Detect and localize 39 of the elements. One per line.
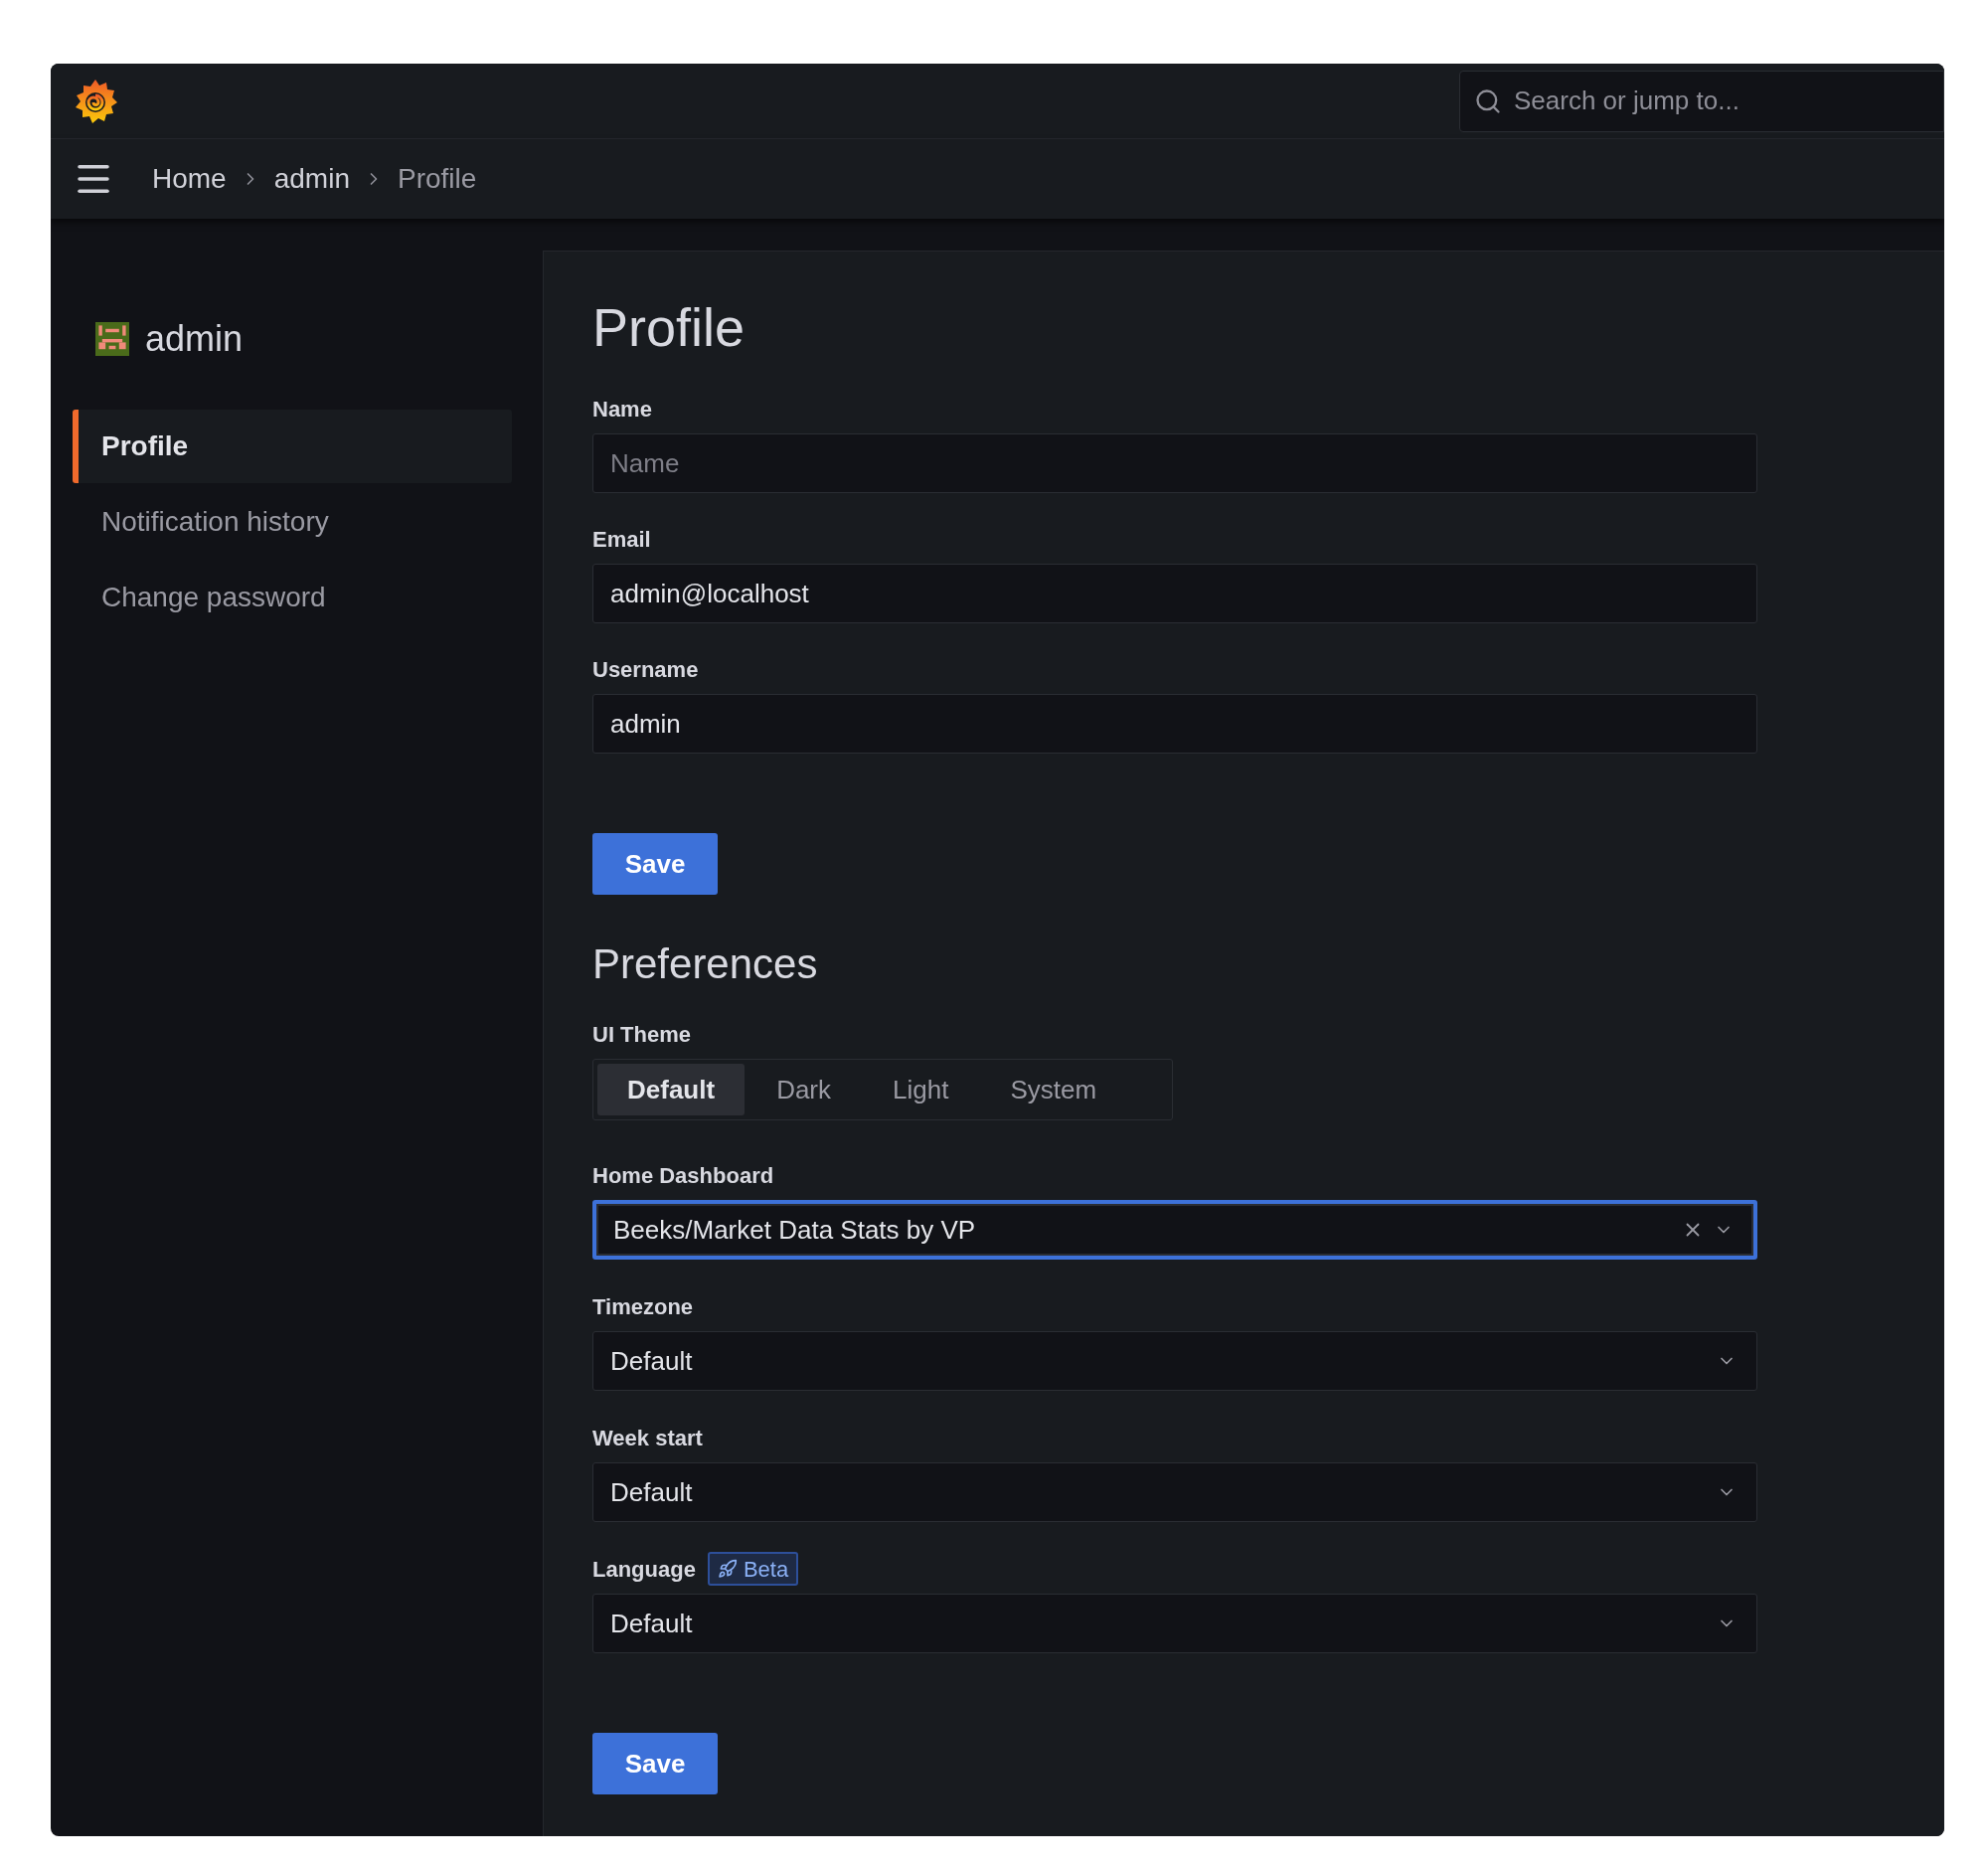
- select-field[interactable]: Default: [592, 1594, 1757, 1653]
- select-field[interactable]: Default: [592, 1462, 1757, 1522]
- theme-option[interactable]: Light: [863, 1064, 979, 1115]
- breadcrumb-link[interactable]: admin: [273, 158, 350, 200]
- sidebar-item[interactable]: Change password: [73, 561, 512, 634]
- field-label: Week start: [592, 1424, 703, 1452]
- avatar-icon: [95, 322, 129, 356]
- text-field[interactable]: admin@localhost: [592, 564, 1757, 623]
- field-label: Home Dashboard: [592, 1161, 774, 1190]
- theme-option[interactable]: Default: [597, 1064, 746, 1115]
- sidebar-item[interactable]: Profile: [73, 410, 512, 483]
- search-field[interactable]: Search or jump to...: [1459, 70, 1944, 132]
- badge-text: Beta: [743, 1555, 789, 1584]
- search-icon: [1474, 86, 1502, 115]
- select-value: Default: [610, 1344, 694, 1378]
- field-label: UI Theme: [592, 1021, 693, 1049]
- field-label: Username: [592, 656, 700, 684]
- field-label: Email: [592, 526, 652, 554]
- user-name: admin: [145, 317, 244, 361]
- select-field[interactable]: Default: [592, 1331, 1757, 1391]
- theme-option[interactable]: Dark: [746, 1064, 862, 1115]
- field-label: Name: [592, 396, 653, 424]
- select-value: Default: [610, 1607, 694, 1640]
- page-title: Profile: [592, 296, 746, 359]
- save-button[interactable]: Save: [592, 1733, 718, 1794]
- field-label: Language: [592, 1555, 696, 1584]
- sidebar-item[interactable]: Notification history: [73, 485, 512, 559]
- select-field[interactable]: Beeks/Market Data Stats by VP: [592, 1200, 1757, 1260]
- section-title: Preferences: [592, 939, 819, 989]
- text-field[interactable]: Name: [592, 433, 1757, 493]
- breadcrumb-link[interactable]: Home: [152, 158, 227, 200]
- text-field[interactable]: admin: [592, 694, 1757, 754]
- save-button[interactable]: Save: [592, 833, 718, 895]
- breadcrumb-link[interactable]: Profile: [397, 158, 477, 200]
- select-value: Beeks/Market Data Stats by VP: [613, 1213, 977, 1247]
- select-value: Default: [610, 1475, 694, 1509]
- rocket-icon: [717, 1559, 738, 1579]
- theme-option[interactable]: System: [980, 1064, 1127, 1115]
- field-label: Timezone: [592, 1292, 694, 1321]
